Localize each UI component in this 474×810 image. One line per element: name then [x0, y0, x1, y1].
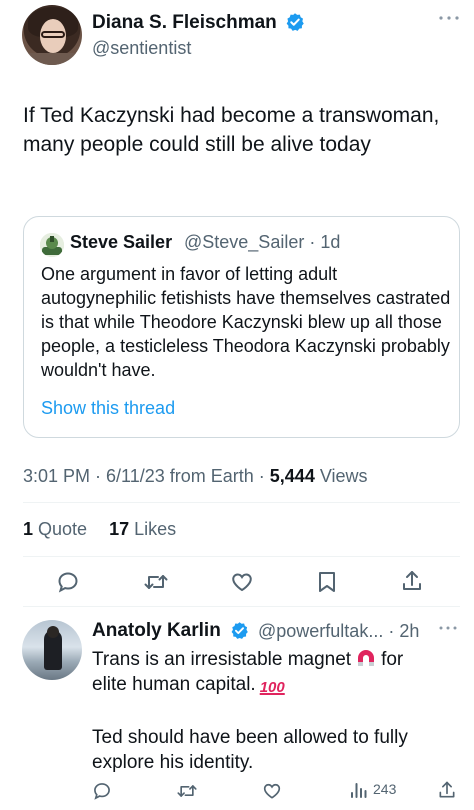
quoted-author-handle: @Steve_Sailer · 1d — [184, 232, 341, 252]
quoted-author-name: Steve Sailer — [70, 232, 173, 252]
quoted-tweet-text: One argument in favor of letting adult a… — [41, 264, 451, 380]
tweet-meta: 3:01 PM · 6/11/23 from Earth · 5,444 Vie… — [23, 466, 368, 487]
quoted-tweet-card[interactable]: Steve Sailer @Steve_Sailer · 1d One argu… — [23, 216, 460, 438]
retweet-icon[interactable] — [176, 781, 198, 801]
magnet-icon — [355, 646, 377, 668]
tweet-stats: 1 Quote 17 Likes — [23, 519, 176, 540]
more-icon[interactable] — [438, 624, 458, 632]
more-icon[interactable] — [438, 14, 460, 22]
reply-author-name[interactable]: Anatoly Karlin — [92, 620, 221, 642]
reply-views-count: 243 — [373, 781, 397, 797]
tweet-text: If Ted Kaczynski had become a transwoman… — [23, 104, 440, 156]
views-count: 5,444 — [269, 466, 315, 486]
reply-author-avatar[interactable] — [22, 620, 82, 680]
show-thread-link[interactable]: Show this thread — [41, 398, 175, 419]
author-display-name[interactable]: Diana S. Fleischman — [92, 12, 277, 34]
views-icon[interactable] — [350, 781, 368, 799]
divider — [23, 606, 460, 607]
like-icon[interactable] — [262, 781, 282, 801]
reply-text: Trans is an irresistable magnet for elite… — [92, 646, 452, 775]
author-handle[interactable]: @sentientist — [92, 38, 191, 59]
tweet-timestamp[interactable]: 3:01 PM · 6/11/23 from Earth · — [23, 466, 270, 486]
hundred-points-icon: 100 — [259, 679, 285, 696]
reply-icon[interactable] — [92, 781, 112, 801]
quotes-stat[interactable]: 1 Quote — [23, 519, 87, 539]
reply-icon[interactable] — [56, 570, 80, 594]
divider — [23, 556, 460, 557]
divider — [23, 502, 460, 503]
likes-stat[interactable]: 17 Likes — [109, 519, 176, 539]
like-icon[interactable] — [230, 570, 254, 594]
reply-author-handle[interactable]: @powerfultak... · 2h — [258, 621, 419, 642]
retweet-icon[interactable] — [143, 570, 169, 594]
verified-badge-icon — [230, 621, 249, 640]
share-icon[interactable] — [400, 569, 424, 593]
author-avatar[interactable] — [22, 5, 82, 65]
views-label: Views — [314, 466, 368, 486]
verified-badge-icon — [285, 12, 305, 32]
bookmark-icon[interactable] — [316, 570, 338, 594]
quoted-author-avatar — [40, 233, 64, 257]
share-icon[interactable] — [437, 780, 457, 800]
